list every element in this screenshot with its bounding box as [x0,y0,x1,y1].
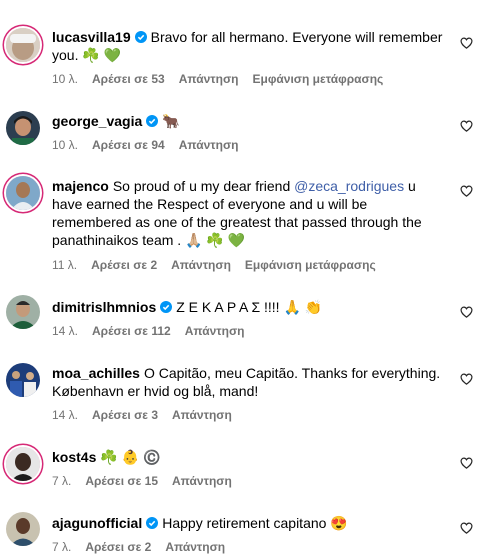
avatar[interactable] [6,295,40,329]
likes-count[interactable]: Αρέσει σε 15 [85,474,158,488]
avatar[interactable] [6,447,40,481]
avatar[interactable] [6,111,40,145]
mention-link[interactable]: @zeca_rodrigues [294,178,404,194]
username: kost4s [52,449,97,465]
heart-outline-icon[interactable] [460,522,473,534]
likes-count[interactable]: Αρέσει σε 53 [92,72,165,86]
heart-outline-icon[interactable] [460,120,473,132]
see-translation-button[interactable]: Εμφάνιση μετάφρασης [245,258,376,272]
comment-body: majenco So proud of u my dear friend @zec… [52,177,444,249]
username[interactable]: dimitrislhmnios [52,299,156,315]
timestamp: 7 λ. [52,474,72,488]
comment-body: dimitrislhmnios Ζ Ε Κ Α Ρ Α Σ !!!! 🙏 👏 [52,298,444,316]
username[interactable]: george_vagia [52,113,142,129]
timestamp: 10 λ. [52,138,79,152]
comment-body: moa_achilles O Capitão, meu Capitão. Than… [52,364,444,400]
comment-meta: 7 λ. Αρέσει σε 15 Απάντηση [52,474,246,488]
comment-body: kost4s ☘️ 👶 ©️ [52,448,444,466]
likes-count[interactable]: Αρέσει σε 112 [92,324,171,338]
comment-text: 🐂 [162,113,180,129]
username[interactable]: ajagunofficial [52,515,142,531]
comment-meta: 14 λ. Αρέσει σε 3 Απάντηση [52,408,246,422]
reply-button[interactable]: Απάντηση [179,72,239,86]
likes-count[interactable]: Αρέσει σε 3 [92,408,158,422]
heart-outline-icon[interactable] [460,185,473,197]
likes-count[interactable]: Αρέσει σε 2 [85,540,151,554]
comment-text: Ζ Ε Κ Α Ρ Α Σ !!!! 🙏 👏 [176,299,323,315]
timestamp: 10 λ. [52,72,79,86]
username[interactable]: majenco [52,178,109,194]
reply-button[interactable]: Απάντηση [171,258,231,272]
comment-text: ☘️ 👶 ©️ [100,449,161,465]
comment-meta: 7 λ. Αρέσει σε 2 Απάντηση [52,540,239,554]
username[interactable]: lucasvilla19 [52,29,131,45]
timestamp: 11 λ. [52,258,78,272]
likes-count[interactable]: Αρέσει σε 94 [92,138,165,152]
avatar[interactable] [6,28,40,62]
verified-badge-icon [134,31,147,43]
reply-button[interactable]: Απάντηση [179,138,239,152]
reply-button[interactable]: Απάντηση [185,324,245,338]
timestamp: 7 λ. [52,540,72,554]
comment-meta: 10 λ. Αρέσει σε 53 Απάντηση Εμφάνιση μετάφρ… [52,72,397,86]
comment-meta: 10 λ. Αρέσει σε 94 Απάντηση [52,138,252,152]
verified-badge-icon [146,517,159,529]
heart-outline-icon[interactable] [460,306,473,318]
see-translation-button[interactable]: Εμφάνιση μετάφρασης [252,72,383,86]
comment-body: lucasvilla19 Bravo for all hermano. Every… [52,28,444,64]
reply-button[interactable]: Απάντηση [172,474,232,488]
comment-body: george_vagia 🐂 [52,112,444,130]
avatar[interactable] [6,363,40,397]
likes-count[interactable]: Αρέσει σε 2 [91,258,157,272]
comment-body: ajagunofficial Happy retirement capitano … [52,514,444,532]
reply-button[interactable]: Απάντηση [165,540,225,554]
heart-outline-icon[interactable] [460,37,473,49]
heart-outline-icon[interactable] [460,373,473,385]
username: moa_achilles [52,365,140,381]
timestamp: 14 λ. [52,324,79,338]
comment-meta: 11 λ. Αρέσει σε 2 Απάντηση Εμφάνιση μετάφρα… [52,258,390,272]
avatar[interactable] [6,176,40,210]
reply-button[interactable]: Απάντηση [172,408,232,422]
verified-badge-icon [160,301,173,313]
verified-badge-icon [146,115,159,127]
comment-meta: 14 λ. Αρέσει σε 112 Απάντηση [52,324,259,338]
avatar[interactable] [6,512,40,546]
comment-text: So proud of u my dear friend [112,178,295,194]
comment-text: Happy retirement capitano 😍 [162,515,348,531]
timestamp: 14 λ. [52,408,79,422]
heart-outline-icon[interactable] [460,457,473,469]
